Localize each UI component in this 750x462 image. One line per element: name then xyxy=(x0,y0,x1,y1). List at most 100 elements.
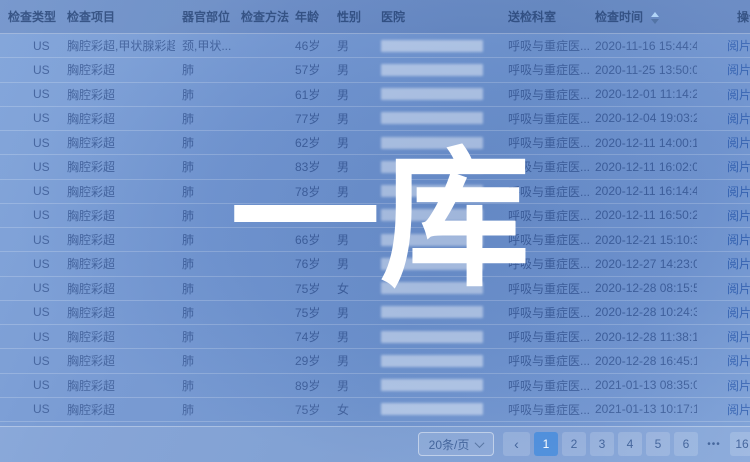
cell-department: 呼吸与重症医... xyxy=(502,34,590,57)
table-row: US 胸腔彩超 肺 77岁 男 呼吸与重症医... 2020-12-04 19:… xyxy=(0,107,750,131)
cell-department: 呼吸与重症医... xyxy=(502,374,590,397)
redacted-hospital-block xyxy=(381,88,483,100)
cell-exam-time: 2020-11-16 15:44:49 xyxy=(590,34,697,57)
cell-hospital xyxy=(374,58,502,81)
cell-gender: 男 xyxy=(332,301,374,324)
table-row: US 胸腔彩超,甲状腺彩超 颈,甲状... 46岁 男 呼吸与重症医... 20… xyxy=(0,34,750,58)
prev-page-button[interactable]: ‹ xyxy=(503,432,530,456)
cell-gender: 女 xyxy=(332,277,374,300)
page-number-button[interactable]: 1 xyxy=(534,432,558,456)
cell-organ: 肺 xyxy=(175,374,232,397)
cell-age: 46岁 xyxy=(290,34,332,57)
view-images-link[interactable]: 阅片 xyxy=(727,37,750,54)
page-number-button[interactable]: 3 xyxy=(590,432,614,456)
more-pages-button[interactable]: ••• xyxy=(702,432,726,456)
cell-exam-item: 胸腔彩超 xyxy=(57,252,175,275)
table-row: US 胸腔彩超 肺 89岁 男 呼吸与重症医... 2021-01-13 08:… xyxy=(0,374,750,398)
cell-method xyxy=(232,349,290,372)
table-row: US 胸腔彩超 肺 78岁 男 呼吸与重症医... 2020-12-11 16:… xyxy=(0,180,750,204)
col-header-exam-type: 检查类型 xyxy=(0,8,57,25)
cell-method xyxy=(232,374,290,397)
cell-exam-type: US xyxy=(0,34,57,57)
cell-exam-item: 胸腔彩超 xyxy=(57,325,175,348)
cell-hospital xyxy=(374,131,502,154)
cell-method xyxy=(232,277,290,300)
exam-time-header-label: 检查时间 xyxy=(595,10,643,24)
cell-method xyxy=(232,398,290,421)
cell-organ: 肺 xyxy=(175,58,232,81)
cell-department: 呼吸与重症医... xyxy=(502,83,590,106)
sort-asc-icon[interactable] xyxy=(651,12,659,17)
cell-exam-time: 2020-12-21 15:10:33 xyxy=(590,228,697,251)
page-number-button[interactable]: 4 xyxy=(618,432,642,456)
redacted-hospital-block xyxy=(381,209,483,221)
view-images-link[interactable]: 阅片 xyxy=(727,280,750,297)
cell-actions: 阅片 xyxy=(697,252,750,275)
cell-organ: 肺 xyxy=(175,228,232,251)
cell-organ: 肺 xyxy=(175,301,232,324)
page-size-label: 20条/页 xyxy=(429,436,470,453)
cell-exam-time: 2020-12-11 16:50:25 xyxy=(590,204,697,227)
sort-desc-icon[interactable] xyxy=(651,19,659,24)
page-number-button[interactable]: 5 xyxy=(646,432,670,456)
page-number-button[interactable]: 6 xyxy=(674,432,698,456)
cell-exam-type: US xyxy=(0,107,57,130)
cell-gender: 男 xyxy=(332,83,374,106)
cell-exam-type: US xyxy=(0,155,57,178)
view-images-link[interactable]: 阅片 xyxy=(727,183,750,200)
cell-actions: 阅片 xyxy=(697,374,750,397)
cell-actions: 阅片 xyxy=(697,228,750,251)
cell-gender: 女 xyxy=(332,204,374,227)
col-header-age: 年龄 xyxy=(290,8,332,25)
page-number-button[interactable]: 16 xyxy=(730,432,750,456)
redacted-hospital-block xyxy=(381,379,483,391)
cell-exam-time: 2020-12-11 14:00:14 xyxy=(590,131,697,154)
cell-method xyxy=(232,34,290,57)
col-header-gender: 性别 xyxy=(332,8,374,25)
page-number-button[interactable]: 2 xyxy=(562,432,586,456)
view-images-link[interactable]: 阅片 xyxy=(727,304,750,321)
cell-exam-time: 2020-12-28 16:45:18 xyxy=(590,349,697,372)
col-header-actions: 操作 xyxy=(697,8,750,25)
cell-organ: 肺 xyxy=(175,131,232,154)
cell-exam-type: US xyxy=(0,325,57,348)
col-header-exam-time[interactable]: 检查时间 xyxy=(590,8,697,25)
sort-carets[interactable] xyxy=(651,12,659,24)
view-images-link[interactable]: 阅片 xyxy=(727,231,750,248)
view-images-link[interactable]: 阅片 xyxy=(727,158,750,175)
cell-exam-item: 胸腔彩超 xyxy=(57,228,175,251)
view-images-link[interactable]: 阅片 xyxy=(727,352,750,369)
view-images-link[interactable]: 阅片 xyxy=(727,134,750,151)
cell-department: 呼吸与重症医... xyxy=(502,228,590,251)
view-images-link[interactable]: 阅片 xyxy=(727,61,750,78)
cell-actions: 阅片 xyxy=(697,131,750,154)
cell-exam-type: US xyxy=(0,252,57,275)
view-images-link[interactable]: 阅片 xyxy=(727,207,750,224)
cell-exam-type: US xyxy=(0,131,57,154)
view-images-link[interactable]: 阅片 xyxy=(727,377,750,394)
redacted-hospital-block xyxy=(381,355,483,367)
table-row: US 胸腔彩超 肺 75岁 女 呼吸与重症医... 2021-01-13 10:… xyxy=(0,398,750,422)
view-images-link[interactable]: 阅片 xyxy=(727,86,750,103)
cell-exam-time: 2020-12-11 16:14:49 xyxy=(590,180,697,203)
cell-exam-type: US xyxy=(0,204,57,227)
view-images-link[interactable]: 阅片 xyxy=(727,255,750,272)
view-images-link[interactable]: 阅片 xyxy=(727,401,750,418)
cell-exam-item: 胸腔彩超 xyxy=(57,155,175,178)
cell-exam-time: 2020-12-28 11:38:11 xyxy=(590,325,697,348)
cell-exam-item: 胸腔彩超 xyxy=(57,58,175,81)
view-images-link[interactable]: 阅片 xyxy=(727,328,750,345)
cell-age: 75岁 xyxy=(290,398,332,421)
cell-exam-item: 胸腔彩超 xyxy=(57,83,175,106)
cell-organ: 肺 xyxy=(175,107,232,130)
cell-method xyxy=(232,252,290,275)
cell-department: 呼吸与重症医... xyxy=(502,277,590,300)
cell-organ: 肺 xyxy=(175,398,232,421)
page-size-select[interactable]: 20条/页 xyxy=(418,432,494,456)
cell-actions: 阅片 xyxy=(697,398,750,421)
cell-organ: 颈,甲状... xyxy=(175,34,232,57)
cell-gender: 男 xyxy=(332,180,374,203)
cell-organ: 肺 xyxy=(175,277,232,300)
view-images-link[interactable]: 阅片 xyxy=(727,110,750,127)
cell-gender: 男 xyxy=(332,325,374,348)
